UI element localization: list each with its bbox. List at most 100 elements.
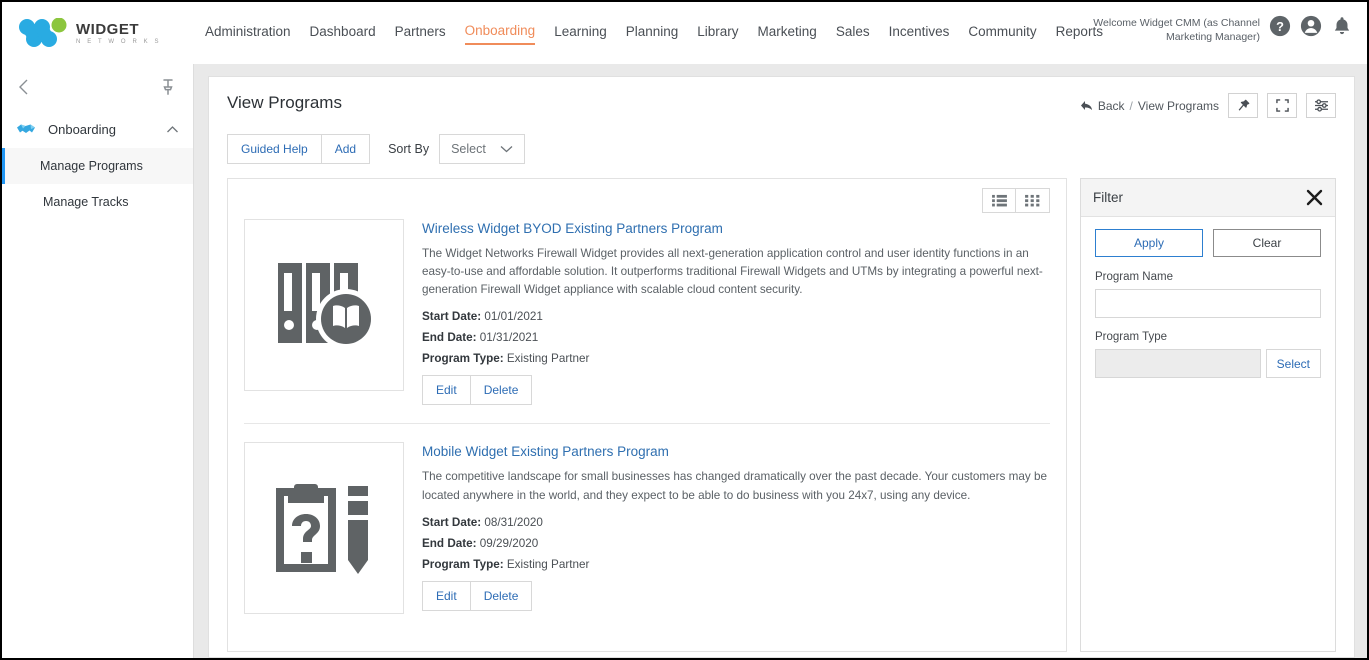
program-title[interactable]: Mobile Widget Existing Partners Program (422, 444, 1050, 459)
main-area: View Programs Back / View Programs (194, 64, 1367, 658)
close-icon[interactable] (1306, 189, 1323, 206)
breadcrumb: Back / View Programs (1080, 99, 1219, 113)
edit-button[interactable]: Edit (422, 581, 471, 611)
welcome-message: Welcome Widget CMM (as Channel Marketing… (1045, 12, 1260, 44)
filter-title: Filter (1093, 190, 1306, 205)
nav-item-incentives[interactable]: Incentives (889, 22, 950, 44)
sort-by-value: Select (451, 142, 486, 156)
pin-icon[interactable] (161, 78, 175, 96)
program-end-date: End Date: 09/29/2020 (422, 537, 1050, 550)
user-zone: Welcome Widget CMM (as Channel Marketing… (1045, 12, 1353, 44)
nav-item-onboarding[interactable]: Onboarding (465, 21, 536, 45)
nav-item-community[interactable]: Community (968, 22, 1036, 44)
help-icon[interactable]: ? (1269, 15, 1291, 37)
program-list-item: Wireless Widget BYOD Existing Partners P… (244, 219, 1050, 423)
page-header-actions: Back / View Programs (1080, 93, 1336, 118)
filter-actions: Apply Clear (1095, 229, 1321, 257)
program-title[interactable]: Wireless Widget BYOD Existing Partners P… (422, 221, 1050, 236)
settings-sliders-icon (1314, 99, 1329, 112)
end-date-value: 09/29/2020 (480, 537, 539, 550)
program-list-item: Mobile Widget Existing Partners Program … (244, 423, 1050, 632)
program-type-select-button[interactable]: Select (1266, 349, 1321, 378)
sidebar-item-manage-programs[interactable]: Manage Programs (2, 148, 193, 184)
nav-item-administration[interactable]: Administration (205, 22, 291, 44)
chevron-up-icon[interactable] (166, 125, 179, 134)
program-type-row: Select (1095, 349, 1321, 378)
nav-item-dashboard[interactable]: Dashboard (310, 22, 376, 44)
top-bar: WIDGET N E T W O R K S Administration Da… (2, 2, 1367, 64)
nav-item-planning[interactable]: Planning (626, 22, 679, 44)
nav-item-marketing[interactable]: Marketing (758, 22, 817, 44)
grid-view-icon (1025, 194, 1040, 207)
program-list-panel: Wireless Widget BYOD Existing Partners P… (227, 178, 1067, 652)
nav-item-sales[interactable]: Sales (836, 22, 870, 44)
sort-by-select[interactable]: Select (439, 134, 525, 164)
toolbar: Guided Help Add Sort By Select (227, 134, 1336, 164)
brand-logo[interactable]: WIDGET N E T W O R K S (2, 18, 197, 48)
end-date-label: End Date: (422, 537, 477, 550)
page-card: View Programs Back / View Programs (208, 76, 1355, 658)
list-view-icon (992, 194, 1007, 207)
sidebar-section-onboarding[interactable]: Onboarding (2, 110, 193, 148)
filter-body: Apply Clear Program Name Program Type Se… (1081, 217, 1335, 390)
program-type-label: Program Type (1095, 331, 1321, 343)
svg-text:?: ? (1276, 19, 1284, 34)
program-type-input[interactable] (1095, 349, 1261, 378)
nav-item-learning[interactable]: Learning (554, 22, 607, 44)
nav-item-library[interactable]: Library (697, 22, 738, 44)
program-description: The competitive landscape for small busi… (422, 468, 1050, 504)
program-start-date: Start Date: 01/01/2021 (422, 310, 1050, 323)
pin-page-button[interactable] (1228, 93, 1258, 118)
program-name-input[interactable] (1095, 289, 1321, 318)
end-date-value: 01/31/2021 (480, 331, 539, 344)
filter-header: Filter (1081, 179, 1335, 217)
program-type-label: Program Type: (422, 352, 504, 365)
chevron-down-icon (500, 145, 513, 153)
program-name-label: Program Name (1095, 271, 1321, 283)
start-date-label: Start Date: (422, 516, 481, 529)
user-icon[interactable] (1300, 15, 1322, 37)
page-title: View Programs (227, 93, 342, 113)
apply-filter-button[interactable]: Apply (1095, 229, 1203, 257)
delete-button[interactable]: Delete (471, 581, 533, 611)
expand-fullscreen-button[interactable] (1267, 93, 1297, 118)
main-navigation: Administration Dashboard Partners Onboar… (205, 21, 1103, 45)
page-header: View Programs Back / View Programs (227, 93, 1336, 118)
bell-icon[interactable] (1331, 15, 1353, 37)
widget-networks-logo-icon (18, 18, 70, 48)
program-type: Program Type: Existing Partner (422, 558, 1050, 571)
clipboard-question-pencil-icon (264, 468, 384, 588)
breadcrumb-back-link[interactable]: Back (1098, 99, 1125, 113)
start-date-label: Start Date: (422, 310, 481, 323)
program-thumbnail (244, 442, 404, 614)
grid-view-button[interactable] (1016, 188, 1050, 213)
program-description: The Widget Networks Firewall Widget prov… (422, 245, 1050, 299)
program-list: Wireless Widget BYOD Existing Partners P… (244, 219, 1050, 632)
clear-filter-button[interactable]: Clear (1213, 229, 1321, 257)
handshake-icon (16, 121, 36, 137)
program-details: Wireless Widget BYOD Existing Partners P… (422, 219, 1050, 405)
breadcrumb-separator: / (1130, 99, 1133, 113)
program-thumbnail (244, 219, 404, 391)
delete-button[interactable]: Delete (471, 375, 533, 405)
list-view-button[interactable] (982, 188, 1016, 213)
guided-help-button[interactable]: Guided Help (227, 134, 322, 164)
content-row: Wireless Widget BYOD Existing Partners P… (227, 178, 1336, 652)
edit-button[interactable]: Edit (422, 375, 471, 405)
nav-item-partners[interactable]: Partners (395, 22, 446, 44)
filter-panel: Filter Apply Clear Program Name Program … (1080, 178, 1336, 652)
settings-sliders-button[interactable] (1306, 93, 1336, 118)
view-toggle-group (982, 188, 1050, 213)
sort-by-label: Sort By (388, 142, 429, 156)
end-date-label: End Date: (422, 331, 477, 344)
program-actions: Edit Delete (422, 375, 1050, 405)
add-button[interactable]: Add (322, 134, 370, 164)
toolbar-button-group: Guided Help Add (227, 134, 370, 164)
program-actions: Edit Delete (422, 581, 1050, 611)
chevron-left-icon[interactable] (16, 77, 32, 97)
breadcrumb-current: View Programs (1138, 99, 1219, 113)
program-details: Mobile Widget Existing Partners Program … (422, 442, 1050, 614)
program-end-date: End Date: 01/31/2021 (422, 331, 1050, 344)
sidebar-item-manage-tracks[interactable]: Manage Tracks (2, 184, 193, 220)
back-arrow-icon[interactable] (1080, 100, 1093, 111)
